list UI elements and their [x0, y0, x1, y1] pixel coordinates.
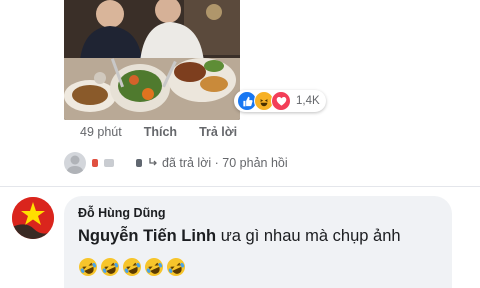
rofl-emoji-icon — [145, 258, 163, 276]
comment-body: ưa gì nhau mà chụp ảnh — [216, 227, 401, 245]
avatar[interactable] — [12, 197, 54, 239]
reply-button[interactable]: Trả lời — [199, 125, 237, 139]
rofl-emoji-icon — [123, 258, 141, 276]
rofl-emoji-icon — [79, 258, 97, 276]
comment-author[interactable]: Đỗ Hùng Dũng — [78, 206, 165, 220]
reply-summary-text: đã trả lời · 70 phản hồi — [162, 156, 288, 170]
rofl-emoji-icon — [101, 258, 119, 276]
reaction-count: 1,4K — [296, 95, 320, 107]
comment-time[interactable]: 49 phút — [80, 125, 122, 139]
blurred-name-icon — [92, 159, 98, 167]
love-icon — [271, 91, 291, 111]
reaction-summary[interactable]: 1,4K — [234, 90, 326, 112]
post-photo[interactable] — [64, 0, 240, 120]
blurred-name-icon — [136, 159, 142, 167]
rofl-emoji-icon — [167, 258, 185, 276]
replies-summary[interactable]: đã trả lời · 70 phản hồi — [64, 151, 288, 175]
blurred-name-icon — [104, 159, 114, 167]
like-button[interactable]: Thích — [144, 125, 177, 139]
comment-text: Nguyễn Tiến Linh ưa gì nhau mà chụp ảnh — [78, 227, 401, 246]
replier-avatar — [64, 152, 86, 174]
emoji-row — [78, 257, 186, 277]
divider — [0, 186, 480, 187]
flag-avatar-icon — [12, 197, 54, 239]
comment-actions: 49 phút Thích Trả lời — [80, 125, 237, 139]
comment-bubble: Đỗ Hùng Dũng Nguyễn Tiến Linh ưa gì nhau… — [64, 196, 452, 288]
tagged-name[interactable]: Nguyễn Tiến Linh — [78, 227, 216, 245]
photo-scene-icon — [64, 0, 240, 120]
reply-arrow-icon — [148, 156, 158, 170]
